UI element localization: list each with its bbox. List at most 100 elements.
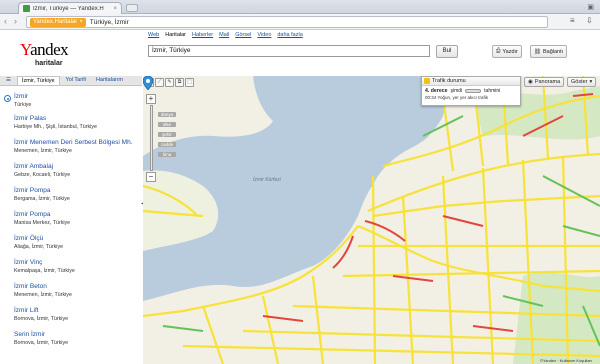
map-graphic [143, 76, 600, 364]
browser-tab[interactable]: İzmir, Türkiye — Yandex.H × [18, 2, 122, 14]
result-address: Aliağa, İzmir, Türkiye [14, 244, 64, 250]
left-panel-tabs: ☰ İzmir, Türkiye Yol Tarifi Haritalarım [0, 76, 142, 86]
select-tool-icon[interactable]: ⬚ [185, 78, 194, 87]
print-button[interactable]: ⎙ Yazdır [492, 45, 522, 58]
result-address: Kemalpaşa, İzmir, Türkiye [14, 268, 75, 274]
search-input[interactable]: İzmir, Türkiye [148, 45, 430, 57]
traffic-mode-now[interactable]: şimdi [451, 88, 463, 94]
water-label: İzmir Körfezi [253, 177, 281, 183]
list-item[interactable]: İzmir Ambalaj Gebze, Kocaeli, Türkiye [0, 160, 142, 184]
link-label: Bağlantı [542, 48, 564, 55]
forward-arrow-icon[interactable]: › [14, 16, 17, 26]
list-item[interactable]: İzmir Ölçü Aliağa, İzmir, Türkiye [0, 232, 142, 256]
result-title[interactable]: İzmir Ölçü [14, 235, 142, 242]
service-nav: Web Haritalar Haberler Mail Görsel Video… [148, 32, 303, 38]
favicon-icon [23, 5, 30, 12]
list-item[interactable]: İzmir Pompa Bergama, İzmir, Türkiye [0, 184, 142, 208]
result-title[interactable]: İzmir Menemen Deri Serbest Bölgesi Mh. [14, 139, 142, 146]
chain-link-icon: ⛓ [534, 48, 541, 55]
list-item[interactable]: İzmir Menemen Deri Serbest Bölgesi Mh. M… [0, 136, 142, 160]
zoom-label-street[interactable]: cadde [158, 142, 176, 147]
zoom-label-building[interactable]: bina [158, 152, 176, 157]
panorama-label: Panorama [534, 79, 561, 85]
result-address: Bergama, İzmir, Türkiye [14, 196, 70, 202]
address-chip-label: Yandex.Haritalar [33, 18, 78, 25]
traffic-panel-header[interactable]: Trafik durumu [422, 77, 520, 86]
service-web[interactable]: Web [148, 32, 159, 38]
logo-text: andex [30, 40, 69, 59]
layers-icon[interactable]: ⧉ [175, 78, 184, 87]
result-address: Bornova, İzmir, Türkiye [14, 340, 69, 346]
service-more[interactable]: daha fazla [277, 32, 302, 38]
list-item[interactable]: İzmir Beton Menemen, İzmir, Türkiye [0, 280, 142, 304]
service-mail[interactable]: Mail [219, 32, 229, 38]
yandex-logo[interactable]: Yandex [20, 40, 69, 60]
result-title[interactable]: İzmir Ambalaj [14, 163, 142, 170]
layers-dropdown[interactable]: Göster ▾ [567, 77, 597, 87]
result-address: Gebze, Kocaeli, Türkiye [14, 172, 71, 178]
traffic-mode-forecast[interactable]: tahmini [484, 88, 500, 94]
list-item[interactable]: İzmir Palas Harbiye Mh., Şişli, İstanbul… [0, 112, 142, 136]
result-title[interactable]: İzmir Pompa [14, 211, 142, 218]
address-bar[interactable]: Yandex.Haritalar × Türkiye, İzmir [26, 16, 548, 28]
tab-directions[interactable]: Yol Tarifi [62, 76, 91, 85]
panel-icon[interactable]: ☰ [2, 76, 15, 85]
browser-tab-bar: İzmir, Türkiye — Yandex.H × ▣ [0, 0, 600, 14]
map-pin-icon[interactable] [143, 76, 153, 90]
zoom-control: + − [146, 94, 156, 182]
panorama-icon: ◉ [528, 79, 533, 85]
traffic-level: 4. derece [425, 88, 448, 94]
address-chip-close-icon[interactable]: × [79, 18, 83, 27]
ruler-icon[interactable]: ⟋ [155, 78, 164, 87]
layers-label: Göster [571, 79, 588, 85]
result-title[interactable]: İzmir Pompa [14, 187, 142, 194]
browser-toolbar: ‹ › Yandex.Haritalar × Türkiye, İzmir ≡ … [0, 14, 600, 30]
zoom-label-country[interactable]: ülke [158, 122, 176, 127]
result-title[interactable]: İzmir Palas [14, 115, 142, 122]
result-title[interactable]: İzmir Vinç [14, 259, 142, 266]
list-item[interactable]: İzmir Türkiye [0, 88, 142, 112]
result-title[interactable]: İzmir Lift [14, 307, 142, 314]
zoom-out-button[interactable]: − [146, 172, 156, 182]
zoom-slider[interactable] [149, 105, 153, 171]
service-images[interactable]: Görsel [235, 32, 251, 38]
zoom-label-city[interactable]: şehir [158, 132, 176, 137]
pencil-icon[interactable]: ✎ [165, 78, 174, 87]
zoom-in-button[interactable]: + [146, 94, 156, 104]
zoom-level-labels: dünya ülke şehir cadde bina [158, 112, 176, 157]
new-tab-button[interactable] [126, 4, 138, 12]
print-label: Yazdır [502, 48, 518, 55]
land-west [143, 170, 219, 251]
traffic-light-icon [424, 78, 430, 84]
list-item[interactable]: İzmir Lift Bornova, İzmir, Türkiye [0, 304, 142, 328]
traffic-mode-row: 4. derece şimdi tahmini [422, 86, 520, 94]
tab-search-result[interactable]: İzmir, Türkiye [16, 76, 60, 85]
traffic-note: 00:34 Yoğun, yer yer akıcı trafik [425, 95, 489, 100]
result-title[interactable]: Serin İzmir [14, 331, 142, 338]
map-canvas[interactable]: ✋ ⟋ ✎ ⧉ ⬚ + − dünya ülke şehir cadde bin… [143, 76, 600, 364]
service-news[interactable]: Haberler [192, 32, 213, 38]
address-chip[interactable]: Yandex.Haritalar × [30, 17, 86, 27]
menu-icon[interactable]: ≡ [570, 16, 575, 25]
service-video[interactable]: Video [257, 32, 271, 38]
result-title[interactable]: İzmir Beton [14, 283, 142, 290]
tab-my-maps[interactable]: Haritalarım [92, 76, 127, 85]
window-control-icon[interactable]: ▣ [587, 3, 594, 11]
printer-icon: ⎙ [496, 48, 501, 54]
tab-title: İzmir, Türkiye — Yandex.H [33, 5, 104, 12]
list-item[interactable]: Serin İzmir Bornova, İzmir, Türkiye [0, 328, 142, 352]
chevron-down-icon: ▾ [589, 79, 593, 85]
tab-close-icon[interactable]: × [113, 6, 117, 12]
selected-result-icon [4, 95, 11, 102]
traffic-mode-toggle[interactable] [465, 89, 482, 93]
copyright-text[interactable]: ©Yandex · Kullanım Koşulları [540, 358, 592, 363]
panorama-button[interactable]: ◉ Panorama [524, 77, 565, 87]
back-arrow-icon[interactable]: ‹ [4, 16, 7, 26]
search-button[interactable]: Bul [436, 45, 458, 58]
result-title[interactable]: İzmir [14, 93, 142, 100]
link-button[interactable]: ⛓ Bağlantı [530, 45, 568, 58]
list-item[interactable]: İzmir Pompa Manisa Merkez, Türkiye [0, 208, 142, 232]
zoom-label-world[interactable]: dünya [158, 112, 176, 117]
list-item[interactable]: İzmir Vinç Kemalpaşa, İzmir, Türkiye [0, 256, 142, 280]
download-icon[interactable]: ⇩ [586, 16, 593, 25]
